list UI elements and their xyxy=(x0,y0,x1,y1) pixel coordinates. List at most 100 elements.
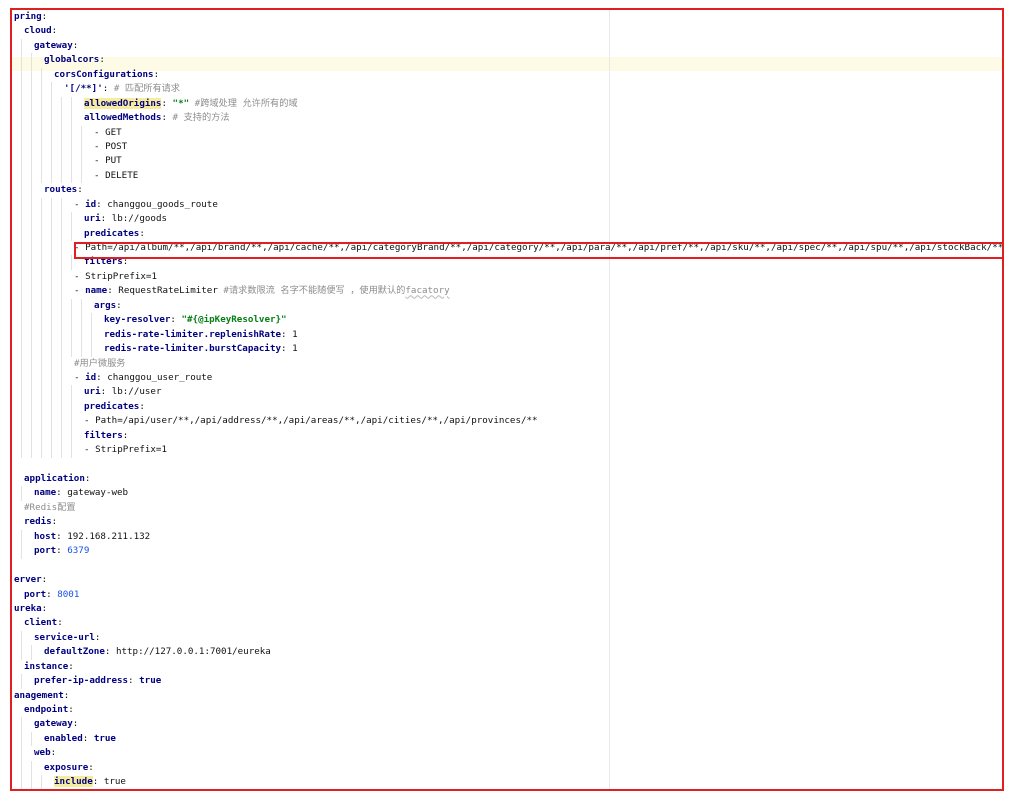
code-area[interactable]: pring: cloud: gateway: globalcors: corsConfi… xyxy=(12,10,1002,789)
code-line[interactable]: defaultZone: http://127.0.0.1:7001/eurek… xyxy=(12,645,1002,660)
code-line[interactable]: web: xyxy=(12,746,1002,761)
code-line[interactable]: - StripPrefix=1 xyxy=(12,269,1002,285)
yaml-boolean: true xyxy=(139,675,162,687)
code-line[interactable]: allowedOrigins: "*" #跨域处理 允许所有的域 xyxy=(12,96,1002,112)
indent-guide xyxy=(21,313,22,328)
code-line[interactable]: globalcors: xyxy=(12,53,1002,68)
code-line[interactable]: redis-rate-limiter.replenishRate: 1 xyxy=(12,327,1002,343)
indent-guide xyxy=(51,154,52,169)
code-line[interactable]: allowedMethods: # 支持的方法 xyxy=(12,111,1002,126)
line-content: key-resolver: "#{@ipKeyResolver}" xyxy=(12,314,287,325)
code-line[interactable]: endpoint: xyxy=(12,703,1002,717)
code-line[interactable] xyxy=(12,559,1002,573)
code-line[interactable]: routes: xyxy=(12,183,1002,198)
indent-guide xyxy=(21,342,22,357)
yaml-value: 1 xyxy=(292,343,298,355)
indent-guide xyxy=(41,356,42,371)
code-line[interactable]: instance: xyxy=(12,660,1002,674)
indent-guide xyxy=(41,443,42,458)
yaml-separator: : xyxy=(72,39,79,51)
indent-guide xyxy=(21,111,22,126)
code-line[interactable]: - id: changgou_goods_route xyxy=(12,197,1002,213)
code-line[interactable]: - POST xyxy=(12,139,1002,155)
indent-guide xyxy=(81,139,82,155)
line-content: port: 6379 xyxy=(12,545,89,556)
code-line[interactable]: #用户微服务 xyxy=(12,356,1002,371)
code-line[interactable] xyxy=(12,458,1002,472)
yaml-separator: : xyxy=(77,184,83,196)
code-line[interactable]: - name: RequestRateLimiter #请求数限流 名字不能随便… xyxy=(12,284,1002,299)
line-content: redis-rate-limiter.replenishRate: 1 xyxy=(12,329,298,340)
code-line[interactable]: - id: changgou_user_route xyxy=(12,370,1002,386)
code-line[interactable]: redis: xyxy=(12,515,1002,529)
code-line[interactable]: uri: lb://goods xyxy=(12,212,1002,227)
code-line[interactable]: predicates: xyxy=(12,399,1002,415)
indent-guide xyxy=(51,428,52,444)
code-line[interactable]: client: xyxy=(12,616,1002,630)
indent-guide xyxy=(51,226,52,241)
code-line[interactable]: - Path=/api/user/**,/api/address/**,/api… xyxy=(12,414,1002,429)
indent-guide xyxy=(21,298,22,314)
indent-guide xyxy=(21,183,22,198)
indent-guide xyxy=(41,269,42,285)
yaml-key: web xyxy=(34,747,51,759)
code-line[interactable]: include: true xyxy=(12,775,1002,789)
code-line[interactable]: gateway: xyxy=(12,38,1002,54)
code-line[interactable]: args: xyxy=(12,298,1002,314)
code-line[interactable]: - GET xyxy=(12,125,1002,140)
yaml-key: redis-rate-limiter.replenishRate xyxy=(104,328,282,340)
yaml-comment: #跨域处理 允许所有的域 xyxy=(189,97,298,109)
indent-guide xyxy=(51,414,52,429)
code-line[interactable]: service-url: xyxy=(12,630,1002,646)
indent-guide xyxy=(31,197,32,213)
indent-guide xyxy=(21,139,22,155)
indent-guide xyxy=(71,226,72,241)
code-line[interactable]: port: 6379 xyxy=(12,544,1002,559)
code-line[interactable]: - DELETE xyxy=(12,168,1002,184)
code-line[interactable]: pring: xyxy=(12,10,1002,24)
code-line[interactable]: - StripPrefix=1 xyxy=(12,443,1002,458)
code-line[interactable]: redis-rate-limiter.burstCapacity: 1 xyxy=(12,342,1002,357)
code-line[interactable]: erver: xyxy=(12,573,1002,587)
indent-guide xyxy=(21,226,22,241)
code-line[interactable]: cloud: xyxy=(12,24,1002,38)
yaml-editor[interactable]: pring: cloud: gateway: globalcors: corsConfi… xyxy=(10,8,1004,791)
code-line[interactable]: prefer-ip-address: true xyxy=(12,674,1002,689)
yaml-key: corsConfigurations xyxy=(54,68,154,80)
yaml-separator: : xyxy=(88,761,94,773)
list-dash: - xyxy=(74,198,86,210)
code-line[interactable]: uri: lb://user xyxy=(12,385,1002,400)
code-line[interactable]: application: xyxy=(12,472,1002,486)
code-line[interactable]: gateway: xyxy=(12,717,1002,732)
code-line[interactable]: host: 192.168.211.132 xyxy=(12,529,1002,545)
indent-guide xyxy=(81,313,82,328)
code-line[interactable]: name: gateway-web xyxy=(12,486,1002,501)
code-line[interactable]: filters: xyxy=(12,428,1002,444)
indent-guide xyxy=(21,255,22,270)
indent-guide xyxy=(31,385,32,400)
code-line[interactable]: predicates: xyxy=(12,226,1002,241)
yaml-key: filters xyxy=(84,429,123,441)
yaml-separator: : xyxy=(51,516,58,528)
indent-guide xyxy=(81,298,82,314)
line-content: - id: changgou_goods_route xyxy=(12,199,218,210)
yaml-separator: : xyxy=(68,704,74,715)
indent-guide xyxy=(41,370,42,386)
code-line[interactable]: - PUT xyxy=(12,154,1002,169)
code-line[interactable]: key-resolver: "#{@ipKeyResolver}" xyxy=(12,313,1002,328)
indent-guide xyxy=(51,255,52,270)
code-line[interactable]: - Path=/api/album/**,/api/brand/**,/api/… xyxy=(12,241,1002,256)
line-content: host: 192.168.211.132 xyxy=(12,531,150,542)
code-line[interactable]: enabled: true xyxy=(12,731,1002,747)
indent-guide xyxy=(71,125,72,140)
code-line[interactable]: exposure: xyxy=(12,760,1002,776)
code-line[interactable]: anagement: xyxy=(12,689,1002,703)
code-line[interactable]: ureka: xyxy=(12,602,1002,616)
code-line[interactable]: corsConfigurations: xyxy=(12,67,1002,83)
code-line[interactable]: #Redis配置 xyxy=(12,501,1002,515)
code-line[interactable]: port: 8001 xyxy=(12,588,1002,602)
yaml-string: "*" xyxy=(172,97,190,109)
code-line[interactable]: '[/**]': # 匹配所有请求 xyxy=(12,82,1002,97)
line-content: pring: xyxy=(12,11,47,22)
code-line[interactable]: filters: xyxy=(12,255,1002,270)
